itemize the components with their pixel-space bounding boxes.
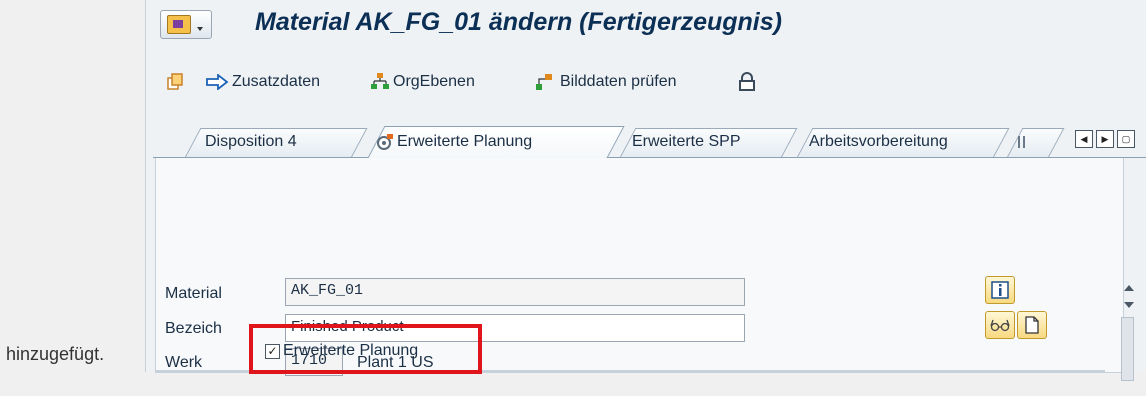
create-document-button[interactable] <box>1017 311 1047 339</box>
additional-data-button[interactable]: Zusatzdaten <box>205 66 320 98</box>
info-icon <box>991 281 1009 299</box>
sap-menu-button[interactable] <box>160 10 212 39</box>
info-button[interactable] <box>985 276 1015 304</box>
org-levels-button[interactable]: OrgEbenen <box>370 66 475 98</box>
glasses-icon <box>990 319 1010 332</box>
tab-list-menu-icon[interactable]: ▢ <box>1117 130 1135 148</box>
tab-scroll-right-icon[interactable]: ▶ <box>1096 130 1114 148</box>
scroll-up-icon[interactable] <box>1124 285 1134 291</box>
other-material-icon <box>167 73 183 90</box>
tab-label: Arbeitsvorbereitung <box>809 133 948 150</box>
other-material-button[interactable] <box>165 66 188 98</box>
tab-extended-planning[interactable]: Erweiterte Planung <box>367 126 625 159</box>
tab-label: Disposition 4 <box>205 133 297 150</box>
lock-icon <box>739 72 755 91</box>
scroll-down-icon[interactable] <box>1124 302 1134 308</box>
org-levels-label: OrgEbenen <box>393 73 475 90</box>
checkbox-checked-icon[interactable]: ✓ <box>265 343 280 359</box>
tab-extended-spp[interactable]: Erweiterte SPP <box>620 128 798 157</box>
org-structure-icon <box>371 73 389 89</box>
checkbox-label: Erweiterte Planung <box>283 342 419 359</box>
arrow-right-icon <box>206 74 229 90</box>
tab-label: Erweiterte Planung <box>397 133 533 150</box>
page-title: Material AK_FG_01 ändern (Fertigerzeugni… <box>255 8 782 36</box>
caption-text: hinzugefügt. <box>6 344 105 364</box>
display-button[interactable] <box>985 311 1015 339</box>
tab-scroll-left-icon[interactable]: ◀ <box>1075 130 1093 148</box>
tab-list-icon <box>1018 136 1025 148</box>
sap-menu-icon <box>167 15 191 34</box>
vertical-scrollbar[interactable] <box>1121 275 1137 381</box>
material-label: Material <box>165 285 222 302</box>
document-icon <box>1025 316 1039 334</box>
tab-label: Erweiterte SPP <box>632 133 741 150</box>
check-screen-data-label: Bilddaten prüfen <box>560 73 677 90</box>
additional-data-label: Zusatzdaten <box>232 73 321 90</box>
scroll-track[interactable] <box>1121 317 1134 381</box>
dropdown-arrow-icon <box>197 27 203 31</box>
lock-button[interactable] <box>738 66 759 98</box>
tab-navigation: ◀ ▶ ▢ <box>1075 130 1135 148</box>
material-field[interactable]: AK_FG_01 <box>285 278 745 306</box>
tab-disposition-4[interactable]: Disposition 4 <box>185 128 368 157</box>
tab-more[interactable] <box>1007 128 1065 157</box>
planning-gear-icon <box>377 134 393 150</box>
tab-work-scheduling[interactable]: Arbeitsvorbereitung <box>797 128 1010 157</box>
extended-planning-checkbox[interactable]: ✓ Erweiterte Planung <box>265 342 418 360</box>
description-label: Bezeich <box>165 320 222 337</box>
check-hierarchy-icon <box>536 74 552 90</box>
check-screen-data-button[interactable]: Bilddaten prüfen <box>535 66 677 98</box>
